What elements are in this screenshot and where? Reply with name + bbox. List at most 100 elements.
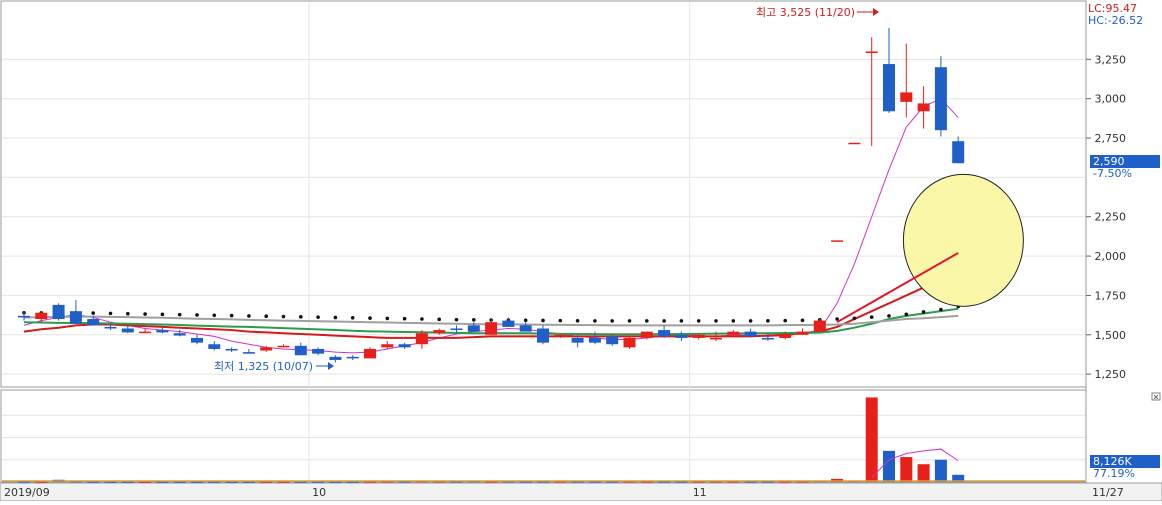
ma-dot (610, 319, 614, 323)
price-tick-label: 1,500 (1095, 329, 1127, 342)
candle-body (69, 311, 82, 324)
volume-bar (18, 481, 30, 483)
volume-bar (277, 481, 290, 483)
volume-bar (312, 481, 325, 483)
price-tick-label: 1,250 (1095, 368, 1127, 381)
candle-body (415, 333, 428, 345)
low-annotation: 최저 1,325 (10/07) (214, 360, 313, 373)
candle-body (467, 325, 480, 332)
candle-body (900, 92, 913, 102)
ma-dot (247, 314, 251, 318)
volume-bar (329, 481, 342, 483)
volume-bar (294, 481, 307, 483)
price-tick-label: 3,000 (1095, 93, 1127, 106)
volume-bar (934, 459, 947, 482)
candle-body (294, 345, 307, 356)
candle-body (761, 337, 774, 340)
stock-chart[interactable]: 최고 3,525 (11/20) 최저 1,325 (10/07) LC:95.… (0, 0, 1162, 502)
volume-bar (346, 481, 359, 483)
volume-bar (242, 481, 255, 483)
ma-dot (887, 314, 891, 318)
ma-dot (160, 312, 165, 317)
price-tick-label: 2,000 (1095, 250, 1127, 263)
ma-dot (800, 318, 805, 323)
candle-body (692, 334, 705, 338)
ma-dot (748, 319, 753, 323)
ma-dot (783, 318, 787, 323)
candlestick-chart-svg[interactable]: 최고 3,525 (11/20) 최저 1,325 (10/07) LC:95.… (0, 0, 1162, 502)
ma-dot (575, 318, 580, 323)
candle-body (225, 348, 238, 351)
ma-dot (541, 318, 545, 323)
price-tick-label: 1,750 (1095, 289, 1127, 302)
candle-body (312, 348, 325, 354)
price-tick-label: 2,250 (1095, 211, 1127, 224)
candle-body (571, 337, 584, 343)
ma-dot (696, 319, 701, 323)
highlight-circle (902, 173, 1024, 307)
candle-body (848, 142, 861, 145)
x-tick-label: 11/27 (1092, 486, 1124, 499)
ma-dot (869, 315, 874, 319)
volume-bar (35, 481, 48, 483)
candle-body (727, 331, 740, 335)
ma-dot (852, 316, 857, 321)
volume-bar (139, 481, 152, 483)
ma-dot (420, 317, 424, 321)
candle-body (831, 240, 844, 242)
ma-dot (939, 307, 943, 312)
candle-body (139, 331, 152, 334)
candle-body (554, 334, 567, 337)
x-tick-label: 2019/09 (4, 486, 50, 499)
ma-dot (835, 317, 839, 321)
high-annotation: 최고 3,525 (11/20) (756, 6, 855, 19)
candle-body (502, 320, 515, 327)
ma-dot (593, 319, 597, 323)
candle (606, 334, 619, 346)
ma-dot (904, 312, 909, 317)
ma-dot (229, 313, 234, 318)
candle-body (537, 328, 549, 343)
ma-dot (143, 312, 147, 316)
hc-label: HC:-26.52 (1088, 14, 1143, 27)
ma-dot (91, 311, 95, 315)
candle (934, 56, 947, 137)
candle-body (796, 331, 809, 335)
volume-bar (87, 481, 100, 483)
candle-body (623, 337, 636, 348)
volume-marker-pct: 77.19% (1093, 467, 1135, 480)
ma-dot (368, 316, 372, 320)
candle-body (346, 356, 359, 359)
volume-bar (208, 481, 221, 483)
volume-bar (883, 450, 895, 482)
candle-body (121, 328, 134, 333)
candle-body (277, 345, 290, 348)
candle (813, 319, 826, 332)
volume-bar (173, 481, 186, 483)
candle-body (744, 331, 757, 337)
volume-bar (865, 397, 878, 482)
ma-dot (108, 311, 113, 316)
candle-body (658, 330, 671, 337)
volume-bar (900, 457, 913, 482)
candle-body (519, 325, 532, 332)
candle-body (191, 337, 203, 343)
candle-body (485, 322, 498, 335)
ma-dot (766, 318, 770, 323)
candle-body (329, 356, 342, 360)
candle (364, 347, 376, 359)
ma-dot (662, 319, 666, 323)
candle-body (675, 334, 688, 338)
candle-body (606, 336, 619, 345)
volume-bar (121, 481, 134, 483)
candle-body (883, 64, 895, 112)
ma-dot (558, 318, 563, 323)
candle (848, 142, 861, 145)
highlight-ellipse (902, 173, 1024, 307)
candle-body (813, 320, 826, 332)
x-tick-label: 10 (312, 486, 326, 499)
candle-body (104, 326, 117, 329)
candle-body (364, 348, 376, 359)
ma-dot (299, 315, 303, 319)
ma-dot (921, 310, 926, 314)
